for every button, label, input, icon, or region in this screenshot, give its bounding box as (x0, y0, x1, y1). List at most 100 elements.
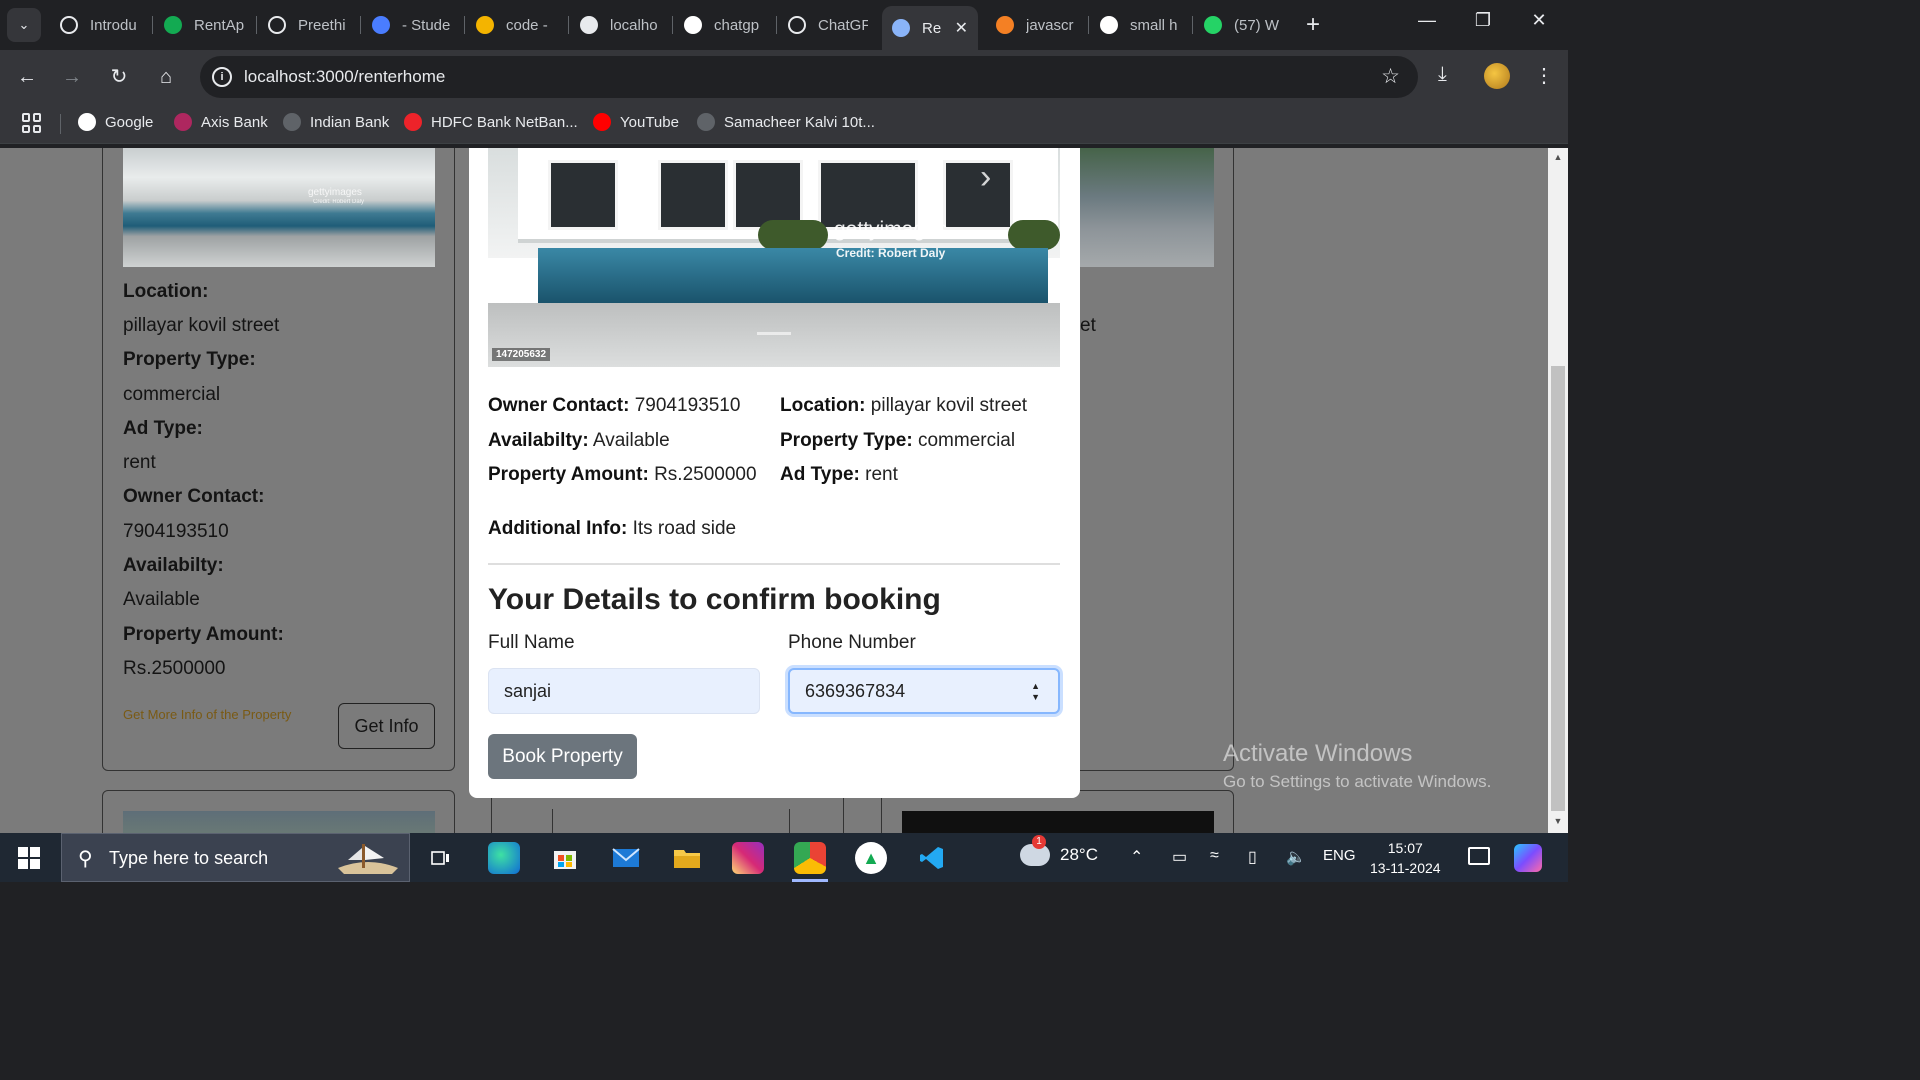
download-icon[interactable]: ⤓ (1438, 63, 1447, 86)
restore-button[interactable]: ❐ (1468, 10, 1498, 31)
more-info-link[interactable]: Get More Info of the Property (123, 707, 291, 722)
bookmark-item[interactable]: HDFC Bank NetBan... (404, 113, 578, 131)
site-info-icon[interactable]: i (212, 67, 232, 87)
windows-start-button[interactable] (18, 847, 40, 869)
browser-tab[interactable]: javascr (986, 8, 1076, 42)
task-view-icon[interactable] (425, 842, 457, 874)
battery-icon[interactable]: ▯ (1248, 847, 1257, 867)
carousel-next-icon[interactable]: › (980, 158, 991, 197)
whatsapp-icon (1204, 16, 1222, 34)
bookmark-label: YouTube (620, 113, 679, 131)
bookmark-label: Indian Bank (310, 113, 390, 131)
hdfc-icon (404, 113, 422, 131)
stackoverflow-icon (996, 16, 1014, 34)
arrow-left-icon: ← (17, 66, 37, 88)
bookmark-item[interactable]: Indian Bank (283, 113, 389, 131)
home-button[interactable]: ⌂ (152, 63, 180, 91)
cloud-icon: 1 (1020, 835, 1050, 866)
bookmark-label: Google (105, 113, 154, 131)
property-card: gettyimages Credit: Robert Daly Location… (102, 148, 455, 771)
book-property-button[interactable]: Book Property (488, 734, 637, 779)
browser-tab[interactable]: ChatGF (778, 8, 868, 42)
notification-center-icon[interactable] (1468, 847, 1490, 865)
bookmark-item[interactable]: YouTube (593, 113, 679, 131)
mongodb-compass-icon[interactable]: ▲ (855, 842, 887, 874)
microsoft-store-icon[interactable] (549, 842, 581, 874)
tab-search-button[interactable]: ⌄ (7, 8, 41, 42)
menu-kebab-icon[interactable]: ⋮ (1534, 63, 1554, 88)
location-value-fragment: et (1080, 315, 1096, 336)
browser-tab[interactable]: chatgp (674, 8, 764, 42)
bookmark-label: Axis Bank (201, 113, 268, 131)
browser-tab[interactable]: code - (466, 8, 556, 42)
scrollbar-thumb[interactable] (1551, 366, 1565, 811)
edge-browser-icon[interactable] (488, 842, 520, 874)
scroll-up-icon[interactable]: ▲ (1548, 152, 1568, 162)
apps-grid-icon[interactable] (22, 113, 42, 133)
tab-separator (1088, 16, 1089, 34)
chrome-active-indicator (792, 879, 828, 882)
browser-tab[interactable]: localho (570, 8, 660, 42)
page-scrollbar[interactable]: ▲ ▼ (1548, 148, 1568, 833)
show-hidden-icons-chevron[interactable]: ⌃ (1130, 847, 1143, 867)
minimize-button[interactable]: — (1412, 10, 1442, 31)
taskbar-clock[interactable]: 15:07 13-11-2024 (1370, 838, 1441, 878)
chrome-icon[interactable] (794, 842, 826, 874)
carousel-indicator[interactable] (757, 332, 791, 335)
full-name-input[interactable]: sanjai (488, 668, 760, 714)
weather-widget[interactable]: 1 28°C (1020, 835, 1098, 866)
bookmark-star-icon[interactable]: ☆ (1381, 64, 1400, 89)
browser-tab[interactable]: Re ✕ (882, 6, 978, 50)
number-spinner-icon[interactable]: ▲ ▼ (1031, 681, 1040, 703)
tab-separator (256, 16, 257, 34)
leaf-icon (164, 16, 182, 34)
profile-avatar[interactable] (1484, 63, 1510, 89)
browser-tab[interactable]: Preethi (258, 8, 348, 42)
wifi-icon[interactable]: ≈ (1210, 847, 1219, 865)
bookmark-item[interactable]: Samacheer Kalvi 10t... (697, 113, 875, 131)
bookmark-item[interactable]: Axis Bank (174, 113, 268, 131)
browser-tab[interactable]: - Stude (362, 8, 452, 42)
tab-title: code - (506, 16, 548, 34)
tab-title: Preethi (298, 16, 346, 34)
property-amount-value: Rs.2500000 (123, 658, 226, 679)
bookmarks-separator (60, 114, 61, 134)
vscode-icon[interactable] (916, 842, 948, 874)
instagram-icon[interactable] (732, 842, 764, 874)
forward-button[interactable]: → (58, 63, 86, 91)
bookmark-item[interactable]: Google (78, 113, 153, 131)
volume-icon[interactable]: 🔈 (1286, 847, 1306, 867)
tab-separator (672, 16, 673, 34)
close-tab-icon[interactable]: ✕ (955, 18, 968, 38)
back-button[interactable]: ← (13, 63, 41, 91)
tab-separator (776, 16, 777, 34)
get-info-button[interactable]: Get Info (338, 703, 435, 749)
copilot-icon[interactable] (1514, 844, 1542, 872)
file-explorer-icon[interactable] (671, 842, 703, 874)
ad-type-label: Ad Type: (123, 418, 203, 439)
reload-button[interactable]: ↻ (105, 63, 133, 91)
browser-tab[interactable]: small h (1090, 8, 1180, 42)
new-tab-button[interactable]: + (1306, 12, 1320, 38)
url-text[interactable]: localhost:3000/renterhome (244, 67, 445, 87)
browser-tab[interactable]: Introdu (50, 8, 140, 42)
availability-detail: Availabilty: Available (488, 430, 670, 451)
bookmark-label: HDFC Bank NetBan... (431, 113, 578, 131)
location-value: pillayar kovil street (123, 315, 280, 336)
taskbar-search-box[interactable]: ⚲ Type here to search (61, 833, 410, 882)
availability-value: Available (123, 589, 200, 610)
address-bar[interactable]: i localhost:3000/renterhome ☆ (200, 56, 1418, 98)
phone-number-input[interactable]: 6369367834 ▲ ▼ (788, 668, 1060, 714)
browser-tab[interactable]: RentAp (154, 8, 244, 42)
property-image-carousel[interactable]: gettyimages Credit: Robert Daly 14720563… (488, 148, 1060, 367)
property-type-detail: Property Type: commercial (780, 430, 1016, 451)
meet-now-icon[interactable]: ▭ (1172, 847, 1187, 867)
browser-tab[interactable]: (57) W (1194, 8, 1284, 42)
language-indicator[interactable]: ENG (1323, 847, 1356, 864)
tab-title: chatgp (714, 16, 760, 34)
chatgpt-icon (60, 16, 78, 34)
ad-type-value: rent (123, 452, 156, 473)
close-window-button[interactable]: ✕ (1524, 10, 1554, 31)
mail-icon[interactable] (610, 842, 642, 874)
scroll-down-icon[interactable]: ▼ (1548, 816, 1568, 826)
